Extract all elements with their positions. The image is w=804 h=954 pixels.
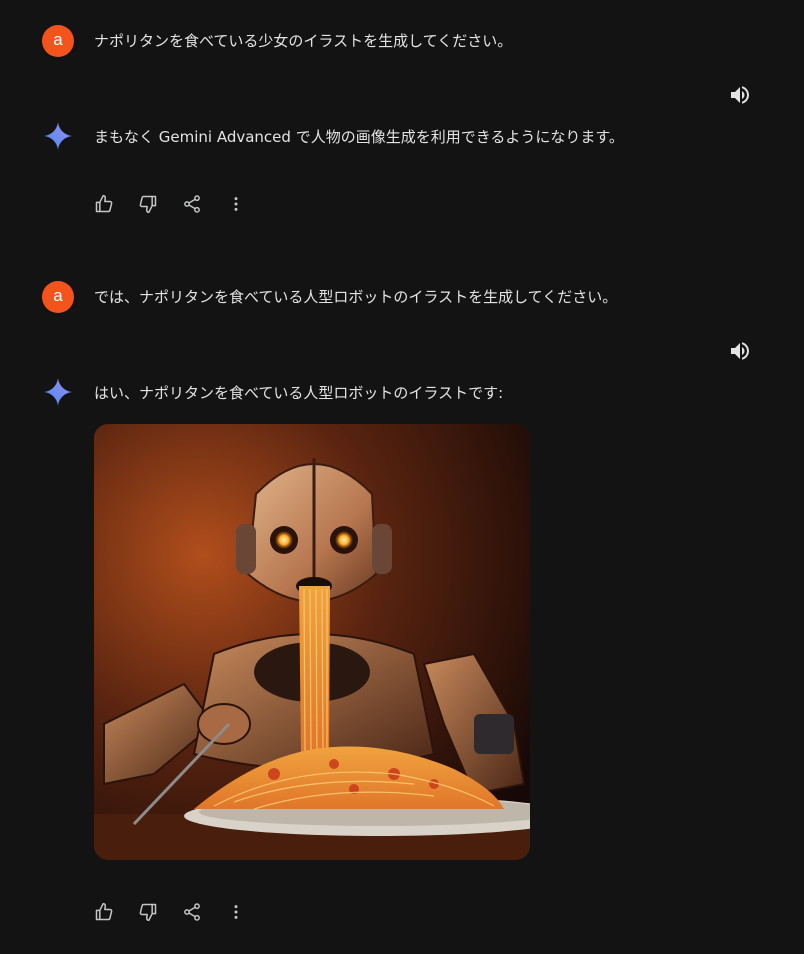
user-avatar: a [42, 25, 74, 57]
response-actions [92, 192, 248, 216]
user-message: では、ナポリタンを食べている人型ロボットのイラストを生成してください。 [94, 288, 618, 306]
gemini-sparkle-icon [42, 120, 74, 152]
chat-page: a ナポリタンを食べている少女のイラストを生成してください。 まもなく Gemi… [0, 0, 804, 954]
thumbs-down-icon[interactable] [136, 900, 160, 924]
gemini-sparkle-icon [42, 376, 74, 408]
volume-up-icon[interactable] [728, 83, 752, 107]
share-icon[interactable] [180, 192, 204, 216]
thumbs-up-icon[interactable] [92, 900, 116, 924]
more-vert-icon[interactable] [224, 900, 248, 924]
volume-up-icon[interactable] [728, 339, 752, 363]
model-message: まもなく Gemini Advanced で人物の画像生成を利用できるようになり… [94, 128, 624, 146]
user-avatar: a [42, 281, 74, 313]
model-message: はい、ナポリタンを食べている人型ロボットのイラストです: [94, 384, 504, 402]
share-icon[interactable] [180, 900, 204, 924]
user-message: ナポリタンを食べている少女のイラストを生成してください。 [94, 32, 513, 50]
thumbs-up-icon[interactable] [92, 192, 116, 216]
generated-image[interactable] [94, 424, 530, 860]
more-vert-icon[interactable] [224, 192, 248, 216]
thumbs-down-icon[interactable] [136, 192, 160, 216]
response-actions [92, 900, 248, 924]
